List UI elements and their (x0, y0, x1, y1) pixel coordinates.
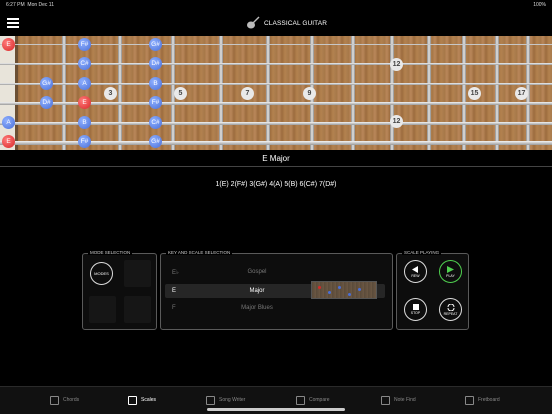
mini-note (358, 288, 361, 291)
note-marker[interactable]: E (2, 38, 15, 51)
tab-chords[interactable]: Chords (50, 393, 79, 407)
nut (0, 36, 15, 150)
scale-option: Gospel (247, 269, 267, 275)
note-marker[interactable]: C# (78, 57, 91, 70)
play-button[interactable]: PLAY (439, 260, 462, 283)
scales-icon (128, 395, 137, 405)
top-bar: CLASSICAL GUITAR (0, 10, 552, 36)
note-marker[interactable]: C# (149, 116, 162, 129)
note-marker[interactable]: E (2, 135, 15, 148)
mini-note (318, 286, 321, 289)
fret-marker: 15 (468, 87, 481, 100)
fret-marker: 9 (303, 87, 316, 100)
scale-option: Major Blues (241, 305, 273, 311)
fret-marker: 5 (174, 87, 187, 100)
tab-note-find[interactable]: Note Find (381, 393, 416, 407)
tab-song-writer[interactable]: Song Writer (206, 393, 245, 407)
scale-playing-panel: SCALE PLAYING REW PLAY STOP REPEAT (396, 250, 469, 330)
status-battery: 100% (533, 2, 546, 8)
hamburger-icon[interactable] (7, 18, 19, 28)
note-marker[interactable]: F# (78, 135, 91, 148)
scale-name: E Major (262, 154, 290, 163)
fret-marker: 3 (104, 87, 117, 100)
nut-edge (15, 36, 18, 150)
fretboard[interactable]: 3 5 7 9 12 12 15 17 E A E F# G# C# D# G#… (0, 36, 552, 150)
repeat-button[interactable]: REPEAT (439, 298, 462, 321)
mini-note (328, 291, 331, 294)
note-marker[interactable]: F# (78, 38, 91, 51)
rewind-icon (412, 265, 418, 273)
fret (351, 36, 355, 150)
note-marker[interactable]: B (78, 116, 91, 129)
mini-note (348, 293, 351, 296)
note-marker[interactable]: A (78, 77, 91, 90)
tab-compare[interactable]: Compare (296, 393, 330, 407)
chords-icon (50, 395, 59, 405)
panel-label: SCALE PLAYING (402, 250, 442, 255)
note-marker[interactable]: G# (40, 77, 53, 90)
play-icon (447, 265, 454, 273)
home-indicator (207, 408, 345, 411)
fret (219, 36, 223, 150)
note-marker[interactable]: G# (149, 135, 162, 148)
panel-label: MODE SELECTION (88, 250, 133, 255)
fret (427, 36, 431, 150)
note-marker[interactable]: E (78, 96, 91, 109)
page-title: CLASSICAL GUITAR (264, 19, 328, 27)
fret (462, 36, 466, 150)
key-option: E (172, 288, 177, 294)
panel-label: KEY AND SCALE SELECTION (166, 250, 233, 255)
fret-marker: 7 (241, 87, 254, 100)
guitar-icon (247, 16, 260, 29)
fret (266, 36, 270, 150)
key-option: E♭ (172, 270, 179, 276)
stop-icon (412, 304, 419, 310)
note-marker[interactable]: A (2, 116, 15, 129)
note-marker[interactable]: B (149, 77, 162, 90)
scale-option: Major (249, 288, 265, 294)
key-scale-panel: KEY AND SCALE SELECTION E♭ Gospel E Majo… (160, 250, 393, 330)
fret-marker: 17 (515, 87, 528, 100)
divider (0, 166, 552, 167)
note-marker[interactable]: F# (149, 96, 162, 109)
mode-tile[interactable] (124, 260, 151, 287)
key-option: F (172, 305, 176, 311)
note-marker[interactable]: D# (149, 57, 162, 70)
fret-marker: 12 (390, 58, 403, 71)
fret-marker: 12 (390, 115, 403, 128)
fret (62, 36, 66, 150)
modes-button[interactable]: MODES (90, 262, 113, 285)
fret (390, 36, 394, 150)
app-title: CLASSICAL GUITAR (246, 14, 327, 32)
repeat-icon (447, 303, 454, 311)
status-time: 6:27 PM Mon Dec 11 (6, 2, 54, 8)
mini-fretboard-preview (311, 281, 377, 299)
fretboard-icon (465, 395, 474, 405)
compare-icon (296, 395, 305, 405)
note-marker[interactable]: D# (40, 96, 53, 109)
mini-note (338, 286, 341, 289)
stop-button[interactable]: STOP (404, 298, 427, 321)
tab-fretboard[interactable]: Fretboard (465, 393, 500, 407)
mode-tile[interactable] (89, 296, 116, 323)
fret (118, 36, 122, 150)
note-find-icon (381, 395, 390, 405)
rewind-button[interactable]: REW (404, 260, 427, 283)
mode-selection-panel: MODE SELECTION MODES (82, 250, 157, 330)
scale-degrees: 1(E) 2(F#) 3(G#) 4(A) 5(B) 6(C#) 7(D#) (215, 181, 337, 188)
fret (495, 36, 499, 150)
song-writer-icon (206, 395, 215, 405)
note-marker[interactable]: G# (149, 38, 162, 51)
tab-scales[interactable]: Scales (128, 393, 156, 407)
mode-tile[interactable] (124, 296, 151, 323)
status-bar: 6:27 PM Mon Dec 11 100% (0, 0, 552, 10)
